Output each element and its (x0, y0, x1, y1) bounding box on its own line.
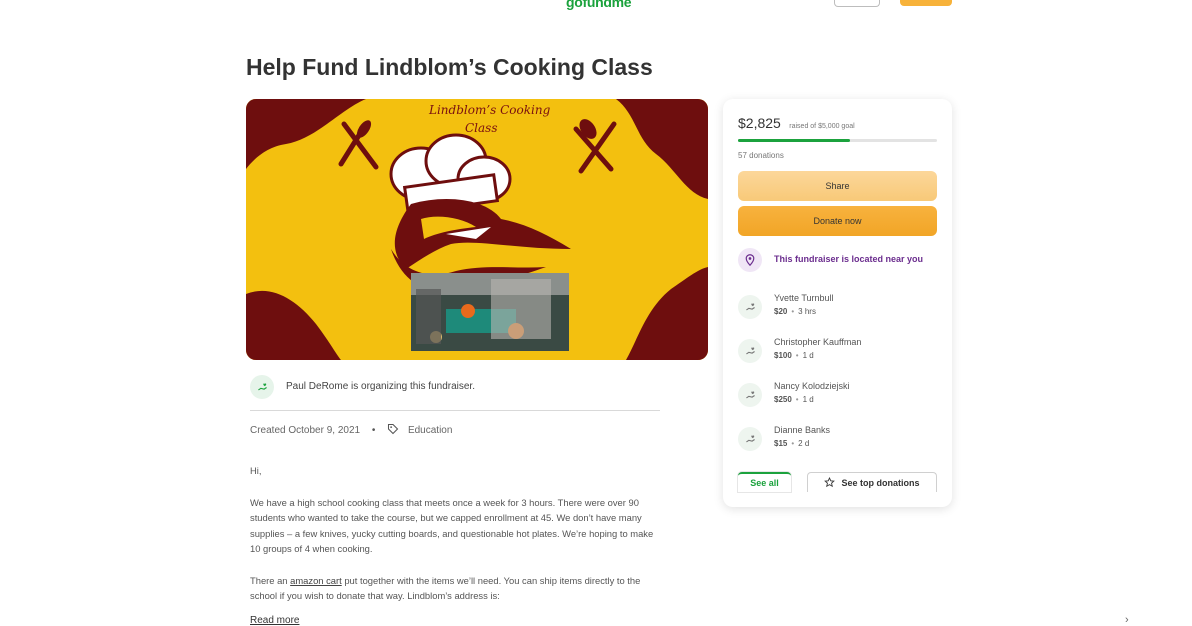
nav-links[interactable] (250, 0, 455, 4)
donor-time: 1 d (802, 395, 814, 404)
donor-name: Christopher Kauffman (774, 337, 862, 347)
share-button[interactable]: Share (738, 171, 937, 201)
heart-hand-icon (745, 435, 755, 442)
progress-bar (738, 139, 937, 142)
donor-avatar (738, 339, 762, 363)
donation-card: $2,825 raised of $5,000 goal 57 donation… (723, 99, 952, 507)
nearby-icon-wrap (738, 248, 762, 272)
chevron-right-icon[interactable]: › (1125, 614, 1129, 626)
meta-separator: • (371, 425, 376, 436)
category-link[interactable]: Education (408, 425, 452, 436)
donor-amount: $15 (774, 439, 788, 448)
donor-item: Nancy Kolodziejski $250 • 1 d (738, 381, 938, 409)
story-greeting: Hi, (250, 465, 262, 476)
goal-text: raised of $5,000 goal (789, 123, 855, 130)
detail-separator: • (791, 307, 795, 316)
donor-name: Yvette Turnbull (774, 293, 834, 303)
map-pin-icon (745, 254, 755, 266)
donor-name: Dianne Banks (774, 425, 831, 435)
campaign-story: Hi, We have a high school cooking class … (250, 463, 660, 620)
divider (250, 410, 660, 411)
donor-item: Dianne Banks $15 • 2 d (738, 425, 938, 453)
raised-amount: $2,825 (738, 115, 781, 131)
see-all-button[interactable]: See all (738, 472, 791, 492)
donor-name: Nancy Kolodziejski (774, 381, 850, 391)
nav-secondary-button[interactable] (834, 0, 880, 7)
hero-caption-line1: Lindblom’s Cooking (429, 103, 551, 117)
donation-count: 57 donations (738, 151, 784, 160)
campaign-meta: Created October 9, 2021 • Education (250, 423, 452, 436)
donor-avatar (738, 295, 762, 319)
heart-hand-icon (745, 303, 755, 310)
donor-detail: $15 • 2 d (774, 439, 809, 448)
story-text: There an (250, 574, 291, 586)
donor-time: 3 hrs (798, 307, 816, 316)
donor-detail: $250 • 1 d (774, 395, 814, 404)
donate-now-button[interactable]: Donate now (738, 206, 937, 236)
donor-avatar (738, 383, 762, 407)
detail-separator: • (795, 395, 799, 404)
hero-illustration (246, 99, 708, 360)
raised-summary: $2,825 raised of $5,000 goal (738, 115, 855, 133)
heart-hand-icon (745, 347, 755, 354)
tag-icon (388, 423, 399, 435)
donor-detail: $20 • 3 hrs (774, 307, 816, 316)
donor-item: Christopher Kauffman $100 • 1 d (738, 337, 938, 365)
donor-time: 1 d (802, 351, 814, 360)
story-paragraph-1: We have a high school cooking class that… (250, 496, 654, 555)
gofundme-logo[interactable]: gofundme (566, 0, 632, 10)
donor-time: 2 d (798, 439, 810, 448)
nearby-text: This fundraiser is located near you (774, 254, 924, 264)
heart-hand-icon (257, 383, 267, 390)
see-top-donations-label: See top donations (841, 477, 920, 488)
organizer-text: Paul DeRome is organizing this fundraise… (286, 381, 475, 392)
heart-hand-icon (745, 391, 755, 398)
organizer-avatar (250, 375, 274, 399)
page-title: Help Fund Lindblom’s Cooking Class (246, 54, 653, 80)
see-top-donations-button[interactable]: See top donations (807, 472, 937, 492)
detail-separator: • (795, 351, 799, 360)
detail-separator: • (791, 439, 795, 448)
donor-amount: $20 (774, 307, 788, 316)
progress-fill (738, 139, 851, 142)
start-fundraiser-button[interactable] (900, 0, 952, 6)
donor-detail: $100 • 1 d (774, 351, 814, 360)
donor-amount: $100 (774, 351, 792, 360)
story-paragraph-2: There an amazon cart put together with t… (250, 573, 660, 604)
campaign-hero-image: Lindblom’s Cooking Class (246, 99, 708, 360)
created-date: Created October 9, 2021 (250, 425, 361, 436)
donor-avatar (738, 427, 762, 451)
donor-amount: $250 (774, 395, 792, 404)
star-icon (824, 477, 836, 488)
nearby-notice: This fundraiser is located near you (738, 248, 938, 272)
hero-caption-line2: Class (465, 121, 498, 135)
read-more-link[interactable]: Read more (250, 615, 299, 626)
amazon-cart-link[interactable]: amazon cart (290, 575, 342, 586)
top-navigation: gofundme (0, 0, 1192, 14)
donor-item: Yvette Turnbull $20 • 3 hrs (738, 293, 938, 321)
